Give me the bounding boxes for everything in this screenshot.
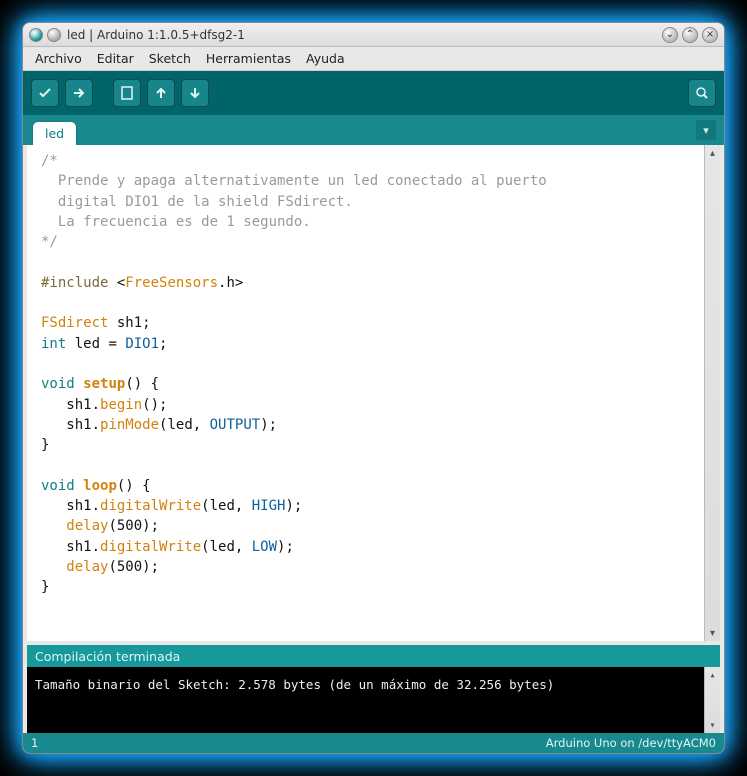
status-text: Compilación terminada bbox=[35, 649, 180, 664]
titlebar[interactable]: led | Arduino 1:1.0.5+dfsg2-1 ⌄ ⌃ × bbox=[23, 23, 724, 47]
code-token: sh1. bbox=[41, 397, 100, 413]
arduino-ide-window: led | Arduino 1:1.0.5+dfsg2-1 ⌄ ⌃ × Arch… bbox=[22, 22, 725, 754]
tab-bar: led ▾ bbox=[23, 115, 724, 145]
console-area: Tamaño binario del Sketch: 2.578 bytes (… bbox=[27, 667, 720, 733]
menu-bar: Archivo Editar Sketch Herramientas Ayuda bbox=[23, 47, 724, 71]
code-token: setup bbox=[83, 376, 125, 392]
code-line: La frecuencia es de 1 segundo. bbox=[41, 214, 311, 230]
code-token bbox=[41, 559, 66, 575]
menu-herramientas[interactable]: Herramientas bbox=[200, 49, 297, 68]
serial-monitor-button[interactable] bbox=[688, 79, 716, 107]
code-token: void bbox=[41, 478, 75, 494]
open-button[interactable] bbox=[147, 79, 175, 107]
new-button[interactable] bbox=[113, 79, 141, 107]
board-port-info: Arduino Uno on /dev/ttyACM0 bbox=[546, 736, 716, 750]
code-token bbox=[41, 518, 66, 534]
close-button[interactable]: × bbox=[702, 27, 718, 43]
new-file-icon bbox=[119, 85, 135, 101]
code-token: led = bbox=[66, 336, 125, 352]
code-editor[interactable]: /* Prende y apaga alternativamente un le… bbox=[27, 145, 704, 641]
code-token: void bbox=[41, 376, 75, 392]
code-token: .h> bbox=[218, 275, 243, 291]
vertical-scrollbar[interactable]: ▴ ▾ bbox=[704, 145, 720, 641]
code-token: LOW bbox=[252, 539, 277, 555]
console-output[interactable]: Tamaño binario del Sketch: 2.578 bytes (… bbox=[27, 667, 704, 733]
code-token: ); bbox=[260, 417, 277, 433]
save-button[interactable] bbox=[181, 79, 209, 107]
code-token: begin bbox=[100, 397, 142, 413]
code-line: */ bbox=[41, 234, 58, 250]
code-token: delay bbox=[66, 559, 108, 575]
code-token: (led, bbox=[201, 498, 252, 514]
code-token: FreeSensors bbox=[125, 275, 218, 291]
tab-menu-button[interactable]: ▾ bbox=[696, 120, 716, 140]
line-number: 1 bbox=[31, 736, 38, 750]
code-line: /* bbox=[41, 153, 58, 169]
upload-button[interactable] bbox=[65, 79, 93, 107]
code-token: delay bbox=[66, 518, 108, 534]
code-token: HIGH bbox=[252, 498, 286, 514]
code-token: sh1. bbox=[41, 539, 100, 555]
code-token: sh1. bbox=[41, 498, 100, 514]
code-token: () { bbox=[125, 376, 159, 392]
code-token: } bbox=[41, 437, 49, 453]
footer-bar: 1 Arduino Uno on /dev/ttyACM0 bbox=[23, 733, 724, 753]
code-token: digitalWrite bbox=[100, 539, 201, 555]
code-token bbox=[75, 478, 83, 494]
code-token: FSdirect bbox=[41, 315, 108, 331]
arrow-up-icon bbox=[153, 85, 169, 101]
app-icon-secondary bbox=[47, 28, 61, 42]
check-icon bbox=[37, 85, 53, 101]
code-token: #include bbox=[41, 275, 117, 291]
arrow-right-icon bbox=[71, 85, 87, 101]
console-scrollbar[interactable]: ▴ ▾ bbox=[704, 667, 720, 733]
scroll-up-icon[interactable]: ▴ bbox=[705, 145, 720, 161]
code-token: (500); bbox=[108, 518, 159, 534]
app-icon bbox=[29, 28, 43, 42]
menu-ayuda[interactable]: Ayuda bbox=[300, 49, 351, 68]
code-line: digital DIO1 de la shield FSdirect. bbox=[41, 194, 353, 210]
code-token: OUTPUT bbox=[210, 417, 261, 433]
arrow-down-icon bbox=[187, 85, 203, 101]
code-token: ; bbox=[159, 336, 167, 352]
status-bar: Compilación terminada bbox=[27, 645, 720, 667]
window-title: led | Arduino 1:1.0.5+dfsg2-1 bbox=[67, 28, 662, 42]
code-token: int bbox=[41, 336, 66, 352]
toolbar bbox=[23, 71, 724, 115]
code-token bbox=[75, 376, 83, 392]
code-token: ); bbox=[285, 498, 302, 514]
code-token: } bbox=[41, 579, 49, 595]
minimize-button[interactable]: ⌄ bbox=[662, 27, 678, 43]
code-token: () { bbox=[117, 478, 151, 494]
code-token: (led, bbox=[201, 539, 252, 555]
code-token: (500); bbox=[108, 559, 159, 575]
menu-editar[interactable]: Editar bbox=[91, 49, 140, 68]
code-token: ); bbox=[277, 539, 294, 555]
scroll-up-icon[interactable]: ▴ bbox=[705, 667, 720, 683]
code-token: digitalWrite bbox=[100, 498, 201, 514]
menu-archivo[interactable]: Archivo bbox=[29, 49, 88, 68]
scroll-down-icon[interactable]: ▾ bbox=[705, 717, 720, 733]
code-line: Prende y apaga alternativamente un led c… bbox=[41, 173, 547, 189]
scroll-down-icon[interactable]: ▾ bbox=[705, 625, 720, 641]
code-token: DIO1 bbox=[125, 336, 159, 352]
maximize-button[interactable]: ⌃ bbox=[682, 27, 698, 43]
code-token: (led, bbox=[159, 417, 210, 433]
serial-monitor-icon bbox=[694, 85, 710, 101]
code-token: sh1; bbox=[108, 315, 150, 331]
code-token: (); bbox=[142, 397, 167, 413]
menu-sketch[interactable]: Sketch bbox=[143, 49, 197, 68]
code-token: sh1. bbox=[41, 417, 100, 433]
verify-button[interactable] bbox=[31, 79, 59, 107]
tab-led[interactable]: led bbox=[33, 122, 76, 145]
code-token: loop bbox=[83, 478, 117, 494]
code-token: pinMode bbox=[100, 417, 159, 433]
editor-area: /* Prende y apaga alternativamente un le… bbox=[27, 145, 720, 641]
